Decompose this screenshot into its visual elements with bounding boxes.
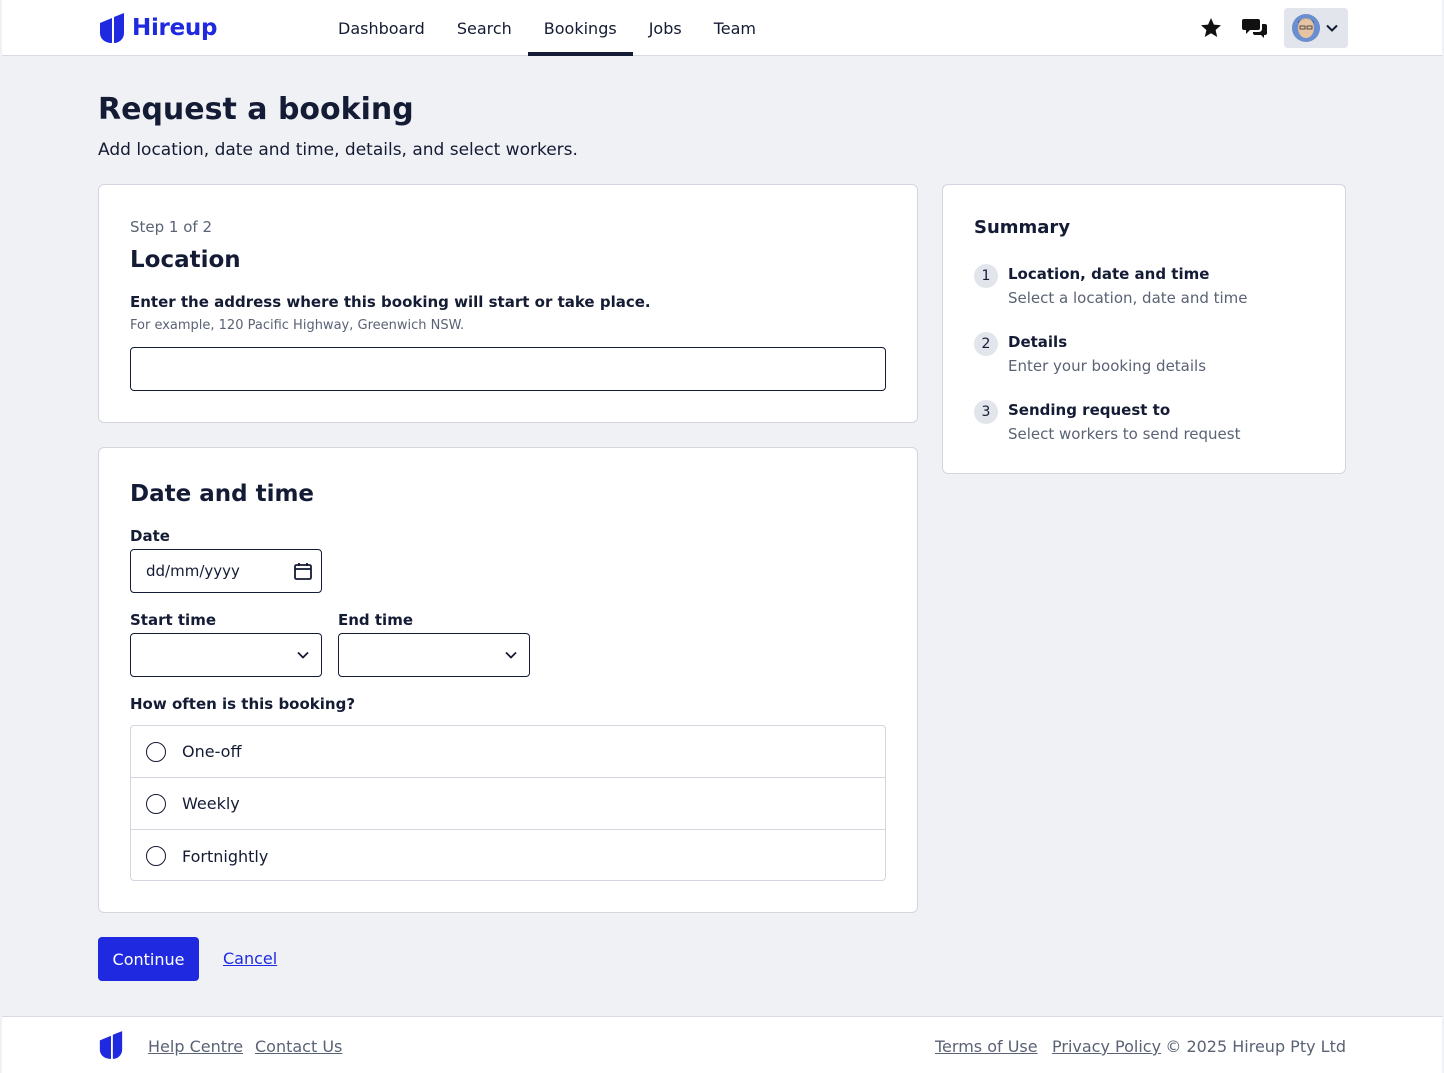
copyright: © 2025 Hireup Pty Ltd <box>1165 1037 1346 1056</box>
summary-item: 1 Location, date and time Select a locat… <box>974 262 1248 310</box>
nav-dashboard[interactable]: Dashboard <box>322 0 441 56</box>
summary-card: Summary 1 Location, date and time Select… <box>942 184 1346 474</box>
account-menu-button[interactable] <box>1284 8 1348 48</box>
radio-button[interactable] <box>146 741 166 762</box>
address-label: Enter the address where this booking wil… <box>130 293 651 311</box>
summary-step-desc: Select workers to send request <box>1008 425 1241 443</box>
summary-heading: Summary <box>974 217 1071 238</box>
hireup-logo-icon <box>100 13 124 43</box>
end-time-label: End time <box>338 611 413 629</box>
option-label: One-off <box>182 742 242 761</box>
summary-item: 2 Details Enter your booking details <box>974 330 1206 378</box>
top-header: Hireup Dashboard Search Bookings Jobs Te… <box>2 0 1442 56</box>
date-time-heading: Date and time <box>130 481 315 507</box>
summary-step-title: Details <box>1008 333 1068 351</box>
privacy-link[interactable]: Privacy Policy <box>1052 1037 1161 1056</box>
option-label: Fortnightly <box>182 846 269 866</box>
hireup-logo-icon <box>99 1031 123 1059</box>
chevron-down-icon <box>297 651 309 659</box>
option-label: Weekly <box>182 794 240 813</box>
summary-step-number: 1 <box>974 264 998 288</box>
radio-button[interactable] <box>146 793 166 814</box>
nav-search[interactable]: Search <box>441 0 528 56</box>
frequency-radio-group: One-off Weekly Fortnightly <box>130 725 886 881</box>
continue-button[interactable]: Continue <box>98 937 199 981</box>
summary-step-title: Sending request to <box>1008 401 1171 419</box>
chevron-down-icon <box>1326 24 1338 32</box>
summary-step-number: 2 <box>974 332 998 356</box>
date-input[interactable]: dd/mm/yyyy <box>130 549 322 593</box>
terms-link[interactable]: Terms of Use <box>935 1037 1038 1056</box>
page-subtitle: Add location, date and time, details, an… <box>98 140 578 160</box>
favourites-button[interactable] <box>1196 8 1226 48</box>
date-label: Date <box>130 527 170 545</box>
brand-name: Hireup <box>132 15 218 41</box>
nav-bookings[interactable]: Bookings <box>527 0 633 56</box>
header-actions <box>1196 8 1348 48</box>
summary-step-number: 3 <box>974 400 998 424</box>
chevron-down-icon <box>505 651 517 659</box>
chat-icon <box>1242 19 1267 38</box>
summary-step-desc: Enter your booking details <box>1008 357 1207 375</box>
frequency-option-fortnightly[interactable]: Fortnightly <box>131 830 885 882</box>
cancel-link[interactable]: Cancel <box>223 949 277 968</box>
address-input[interactable] <box>130 347 886 391</box>
star-icon <box>1201 18 1221 37</box>
frequency-option-weekly[interactable]: Weekly <box>131 778 885 830</box>
summary-step-title: Location, date and time <box>1008 265 1210 283</box>
page: Hireup Dashboard Search Bookings Jobs Te… <box>2 0 1442 1073</box>
location-heading: Location <box>130 247 241 273</box>
calendar-icon[interactable] <box>293 561 313 581</box>
messages-button[interactable] <box>1240 8 1270 48</box>
frequency-label: How often is this booking? <box>130 695 356 713</box>
date-placeholder: dd/mm/yyyy <box>146 562 240 580</box>
brand-logo[interactable]: Hireup <box>98 13 217 43</box>
date-time-card: Date and time Date dd/mm/yyyy Start time… <box>98 447 918 913</box>
location-card: Step 1 of 2 Location Enter the address w… <box>98 184 918 423</box>
summary-item: 3 Sending request to Select workers to s… <box>974 398 1240 446</box>
frequency-option-one-off[interactable]: One-off <box>131 726 885 778</box>
end-time-select[interactable] <box>338 633 530 677</box>
start-time-label: Start time <box>130 611 217 629</box>
nav-jobs[interactable]: Jobs <box>633 0 698 56</box>
footer: Help Centre Contact Us Terms of Use Priv… <box>2 1016 1442 1073</box>
nav-team[interactable]: Team <box>698 0 772 56</box>
radio-button[interactable] <box>146 846 166 866</box>
start-time-select[interactable] <box>130 633 322 677</box>
avatar <box>1292 14 1320 42</box>
summary-step-desc: Select a location, date and time <box>1008 289 1248 307</box>
step-indicator: Step 1 of 2 <box>130 218 213 236</box>
address-hint: For example, 120 Pacific Highway, Greenw… <box>130 318 465 333</box>
help-centre-link[interactable]: Help Centre <box>148 1037 243 1056</box>
contact-us-link[interactable]: Contact Us <box>255 1037 342 1056</box>
main-nav: Dashboard Search Bookings Jobs Team <box>322 0 772 56</box>
page-title: Request a booking <box>98 92 414 127</box>
